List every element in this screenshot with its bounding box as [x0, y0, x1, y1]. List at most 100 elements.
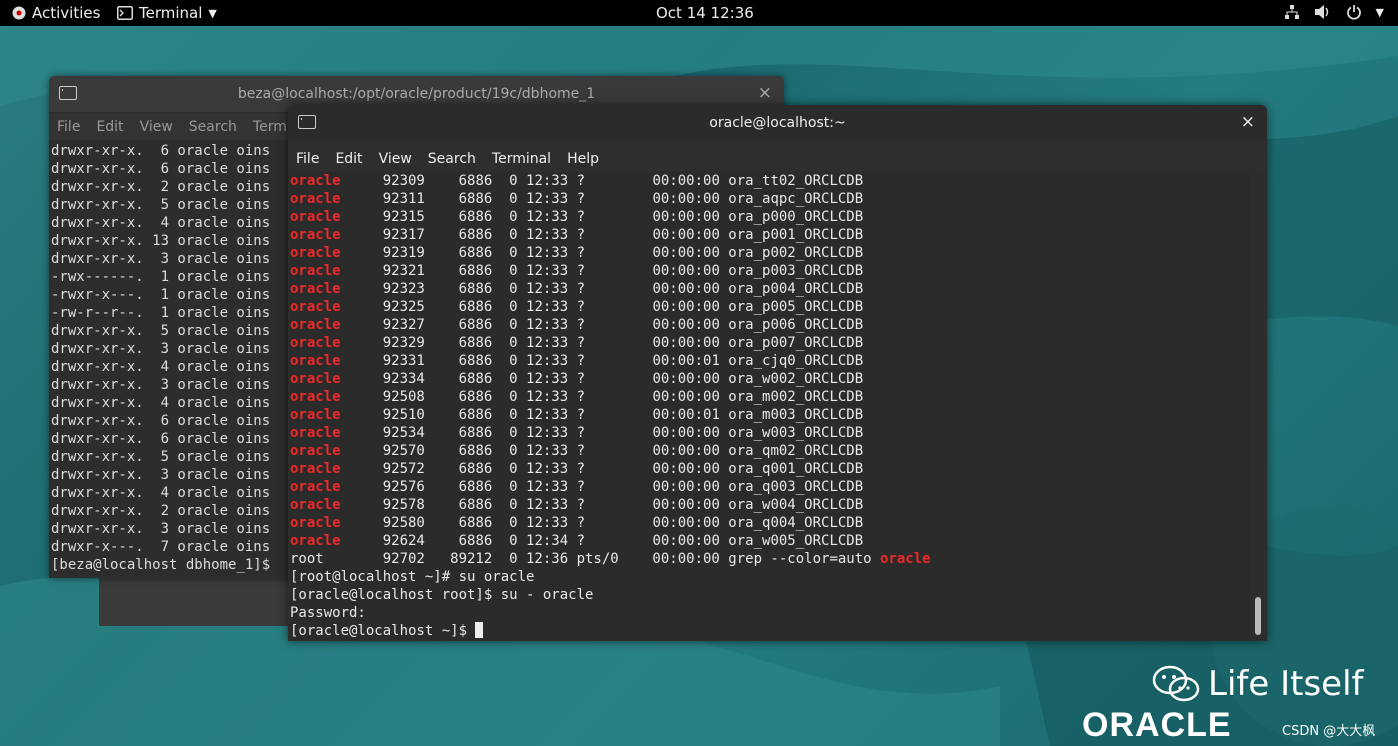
process-user: oracle [290, 299, 341, 315]
process-row: oracle 92317 6886 0 12:33 ? 00:00:00 ora… [290, 226, 1250, 244]
process-row: oracle 92329 6886 0 12:33 ? 00:00:00 ora… [290, 334, 1250, 352]
clock[interactable]: Oct 14 12:36 [656, 4, 754, 22]
process-row: oracle 92580 6886 0 12:33 ? 00:00:00 ora… [290, 514, 1250, 532]
prompt-line[interactable]: [oracle@localhost ~]$ [290, 622, 1250, 640]
csdn-credit: CSDN @大大枫 [1282, 724, 1376, 739]
menu-view[interactable]: View [371, 146, 420, 172]
chevron-down-icon[interactable]: ▼ [1376, 6, 1384, 19]
close-icon[interactable]: × [1241, 112, 1255, 132]
process-user: oracle [290, 335, 341, 351]
text-cursor [475, 622, 484, 638]
process-user: oracle [290, 407, 341, 423]
front-window-menubar: File Edit View Search Terminal Help [288, 146, 1267, 172]
menu-search[interactable]: Search [420, 146, 484, 172]
front-terminal-output[interactable]: oracle 92309 6886 0 12:33 ? 00:00:00 ora… [290, 172, 1250, 640]
watermark: Life Itself [1152, 664, 1364, 704]
menu-search[interactable]: Search [181, 114, 245, 140]
power-icon[interactable] [1346, 4, 1362, 20]
process-row: oracle 92319 6886 0 12:33 ? 00:00:00 ora… [290, 244, 1250, 262]
process-details: 92510 6886 0 12:33 ? 00:00:01 ora_m003_O… [340, 407, 864, 423]
front-window-titlebar[interactable]: oracle@localhost:~ × [288, 105, 1267, 141]
process-details: 92570 6886 0 12:33 ? 00:00:00 ora_qm02_O… [340, 443, 864, 459]
process-row: oracle 92578 6886 0 12:33 ? 00:00:00 ora… [290, 496, 1250, 514]
menu-terminal[interactable]: Terminal [484, 146, 559, 172]
process-details: 92323 6886 0 12:33 ? 00:00:00 ora_p004_O… [340, 281, 864, 297]
activities-label: Activities [32, 4, 101, 22]
top-bar: Activities Terminal ▼ Oct 14 12:36 ▼ [0, 0, 1398, 26]
process-row: oracle 92325 6886 0 12:33 ? 00:00:00 ora… [290, 298, 1250, 316]
process-row: oracle 92510 6886 0 12:33 ? 00:00:01 ora… [290, 406, 1250, 424]
menu-edit[interactable]: Edit [88, 114, 131, 140]
process-user: oracle [290, 371, 341, 387]
front-terminal-window[interactable]: oracle@localhost:~ × File Edit View Sear… [288, 105, 1267, 641]
process-row: oracle 92572 6886 0 12:33 ? 00:00:00 ora… [290, 460, 1250, 478]
process-details: 92578 6886 0 12:33 ? 00:00:00 ora_w004_O… [340, 497, 864, 513]
fedora-logo-icon [12, 6, 26, 20]
process-user: oracle [290, 263, 341, 279]
menu-file[interactable]: File [49, 114, 88, 140]
process-details: 92327 6886 0 12:33 ? 00:00:00 ora_p006_O… [340, 317, 864, 333]
app-menu[interactable]: Terminal ▼ [117, 4, 217, 22]
process-details: 92319 6886 0 12:33 ? 00:00:00 ora_p002_O… [340, 245, 864, 261]
terminal-icon [117, 6, 133, 20]
grep-details: root 92702 89212 0 12:36 pts/0 00:00:00 … [290, 551, 881, 567]
process-user: oracle [290, 317, 341, 333]
close-icon[interactable]: × [758, 83, 772, 103]
process-row: oracle 92331 6886 0 12:33 ? 00:00:01 ora… [290, 352, 1250, 370]
grep-process-row: root 92702 89212 0 12:36 pts/0 00:00:00 … [290, 550, 1250, 568]
process-row: oracle 92508 6886 0 12:33 ? 00:00:00 ora… [290, 388, 1250, 406]
system-tray[interactable]: ▼ [1284, 4, 1384, 20]
process-user: oracle [290, 191, 341, 207]
process-user: oracle [290, 425, 341, 441]
chevron-down-icon: ▼ [208, 6, 217, 20]
network-icon[interactable] [1284, 4, 1300, 20]
process-user: oracle [290, 533, 341, 549]
process-details: 92534 6886 0 12:33 ? 00:00:00 ora_w003_O… [340, 425, 864, 441]
process-details: 92325 6886 0 12:33 ? 00:00:00 ora_p005_O… [340, 299, 864, 315]
process-user: oracle [290, 209, 341, 225]
process-details: 92572 6886 0 12:33 ? 00:00:00 ora_q001_O… [340, 461, 864, 477]
process-row: oracle 92570 6886 0 12:33 ? 00:00:00 ora… [290, 442, 1250, 460]
process-row: oracle 92309 6886 0 12:33 ? 00:00:00 ora… [290, 172, 1250, 190]
process-user: oracle [290, 479, 341, 495]
app-menu-label: Terminal [139, 4, 203, 22]
process-details: 92311 6886 0 12:33 ? 00:00:00 ora_aqpc_O… [340, 191, 864, 207]
menu-edit[interactable]: Edit [327, 146, 370, 172]
process-details: 92309 6886 0 12:33 ? 00:00:00 ora_tt02_O… [340, 173, 864, 189]
process-details: 92317 6886 0 12:33 ? 00:00:00 ora_p001_O… [340, 227, 864, 243]
process-details: 92334 6886 0 12:33 ? 00:00:00 ora_w002_O… [340, 371, 864, 387]
watermark-text: Life Itself [1208, 664, 1364, 704]
process-user: oracle [290, 497, 341, 513]
process-row: oracle 92576 6886 0 12:33 ? 00:00:00 ora… [290, 478, 1250, 496]
scrollbar[interactable] [1255, 597, 1261, 635]
shell-prompt: [oracle@localhost ~]$ [290, 623, 476, 639]
process-row: oracle 92315 6886 0 12:33 ? 00:00:00 ora… [290, 208, 1250, 226]
volume-icon[interactable] [1314, 4, 1332, 20]
process-user: oracle [290, 515, 341, 531]
back-window-title: beza@localhost:/opt/oracle/product/19c/d… [237, 86, 596, 102]
process-row: oracle 92311 6886 0 12:33 ? 00:00:00 ora… [290, 190, 1250, 208]
menu-help[interactable]: Help [559, 146, 607, 172]
process-details: 92315 6886 0 12:33 ? 00:00:00 ora_p000_O… [340, 209, 864, 225]
terminal-line: [root@localhost ~]# su oracle [290, 569, 535, 585]
front-window-title: oracle@localhost:~ [709, 115, 846, 131]
oracle-logo: ORACLE [1082, 706, 1232, 744]
process-user: oracle [290, 353, 341, 369]
process-row: oracle 92624 6886 0 12:34 ? 00:00:00 ora… [290, 532, 1250, 550]
process-user: oracle [290, 461, 341, 477]
process-details: 92321 6886 0 12:33 ? 00:00:00 ora_p003_O… [340, 263, 864, 279]
process-row: oracle 92321 6886 0 12:33 ? 00:00:00 ora… [290, 262, 1250, 280]
process-details: 92508 6886 0 12:33 ? 00:00:00 ora_m002_O… [340, 389, 864, 405]
process-row: oracle 92534 6886 0 12:33 ? 00:00:00 ora… [290, 424, 1250, 442]
menu-file[interactable]: File [288, 146, 327, 172]
terminal-line: [oracle@localhost root]$ su - oracle [290, 587, 594, 603]
process-row: oracle 92323 6886 0 12:33 ? 00:00:00 ora… [290, 280, 1250, 298]
grep-match: oracle [880, 551, 931, 567]
process-user: oracle [290, 389, 341, 405]
process-details: 92580 6886 0 12:33 ? 00:00:00 ora_q004_O… [340, 515, 864, 531]
process-user: oracle [290, 281, 341, 297]
process-row: oracle 92327 6886 0 12:33 ? 00:00:00 ora… [290, 316, 1250, 334]
menu-view[interactable]: View [132, 114, 181, 140]
process-user: oracle [290, 173, 341, 189]
activities-button[interactable]: Activities [12, 4, 100, 22]
